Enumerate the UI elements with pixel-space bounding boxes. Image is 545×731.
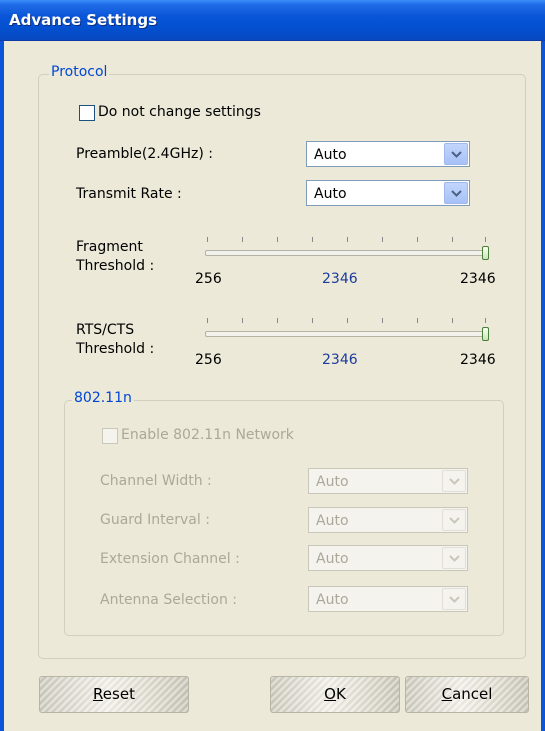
antenna-selection-label: Antenna Selection : [100,592,238,608]
reset-label-rest: eset [102,685,135,703]
channel-width-label: Channel Width : [100,473,212,489]
slider-tick [312,237,313,242]
cancel-mnemonic: C [441,685,453,703]
cancel-label-rest: ancel [452,685,493,703]
slider-tick [277,318,278,323]
preamble-value: Auto [314,147,347,163]
slider-tick [417,237,418,242]
slider-thumb[interactable] [482,246,489,260]
guard-interval-value: Auto [316,513,349,529]
channel-width-select[interactable]: Auto [308,468,468,494]
reset-mnemonic: R [93,685,103,703]
ok-button[interactable]: OK [270,676,400,713]
antenna-selection-value: Auto [316,592,349,608]
slider-tick [417,318,418,323]
channel-width-value: Auto [316,474,349,490]
slider-tick [347,318,348,323]
rts-threshold-label-line2: Threshold : [76,341,155,357]
window-border-left [0,41,4,731]
chevron-down-icon[interactable] [444,143,468,165]
chevron-down-icon[interactable] [444,182,468,204]
transmit-rate-value: Auto [314,186,347,202]
extension-channel-select[interactable]: Auto [308,545,468,571]
rts-min-value: 256 [195,352,222,368]
slider-tick [452,237,453,242]
ok-label-rest: K [335,685,346,703]
slider-tick [485,237,486,242]
fragment-max-value: 2346 [460,271,496,287]
slider-tick [382,237,383,242]
slider-tick [452,318,453,323]
fragment-min-value: 256 [195,271,222,287]
do-not-change-label[interactable]: Do not change settings [98,104,261,120]
rts-threshold-slider[interactable] [205,318,489,342]
chevron-down-icon[interactable] [442,470,466,492]
slider-tick [382,318,383,323]
title-bar: Advance Settings [0,0,545,41]
fragment-threshold-label-line2: Threshold : [76,258,155,274]
slider-tick [207,237,208,242]
slider-tick [485,318,486,323]
rts-threshold-label-line1: RTS/CTS [76,322,135,338]
do-not-change-checkbox[interactable] [79,105,95,121]
cancel-button[interactable]: Cancel [405,676,529,713]
slider-thumb[interactable] [482,327,489,341]
guard-interval-select[interactable]: Auto [308,507,468,533]
extension-channel-label: Extension Channel : [100,551,240,567]
slider-tick [242,237,243,242]
antenna-selection-select[interactable]: Auto [308,586,468,612]
slider-tick [242,318,243,323]
slider-track [205,331,489,337]
slider-tick [312,318,313,323]
reset-button[interactable]: Reset [39,676,189,713]
slider-track [205,250,489,256]
transmit-rate-select[interactable]: Auto [306,180,470,206]
window-border-right [541,41,545,731]
enable-80211n-checkbox[interactable] [102,428,118,444]
slider-tick [207,318,208,323]
fragment-current-value: 2346 [322,271,358,287]
enable-80211n-label[interactable]: Enable 802.11n Network [121,427,294,443]
rts-current-value: 2346 [322,352,358,368]
fragment-threshold-slider[interactable] [205,237,489,261]
preamble-label: Preamble(2.4GHz) : [76,146,213,162]
guard-interval-label: Guard Interval : [100,512,210,528]
n80211-legend: 802.11n [72,390,134,406]
window-title: Advance Settings [9,11,158,29]
extension-channel-value: Auto [316,551,349,567]
slider-tick [277,237,278,242]
rts-max-value: 2346 [460,352,496,368]
chevron-down-icon[interactable] [442,588,466,610]
chevron-down-icon[interactable] [442,547,466,569]
fragment-threshold-label-line1: Fragment [76,239,143,255]
ok-mnemonic: O [324,685,336,703]
chevron-down-icon[interactable] [442,509,466,531]
preamble-select[interactable]: Auto [306,141,470,167]
slider-tick [347,237,348,242]
transmit-rate-label: Transmit Rate : [76,186,182,202]
protocol-legend: Protocol [49,64,110,80]
